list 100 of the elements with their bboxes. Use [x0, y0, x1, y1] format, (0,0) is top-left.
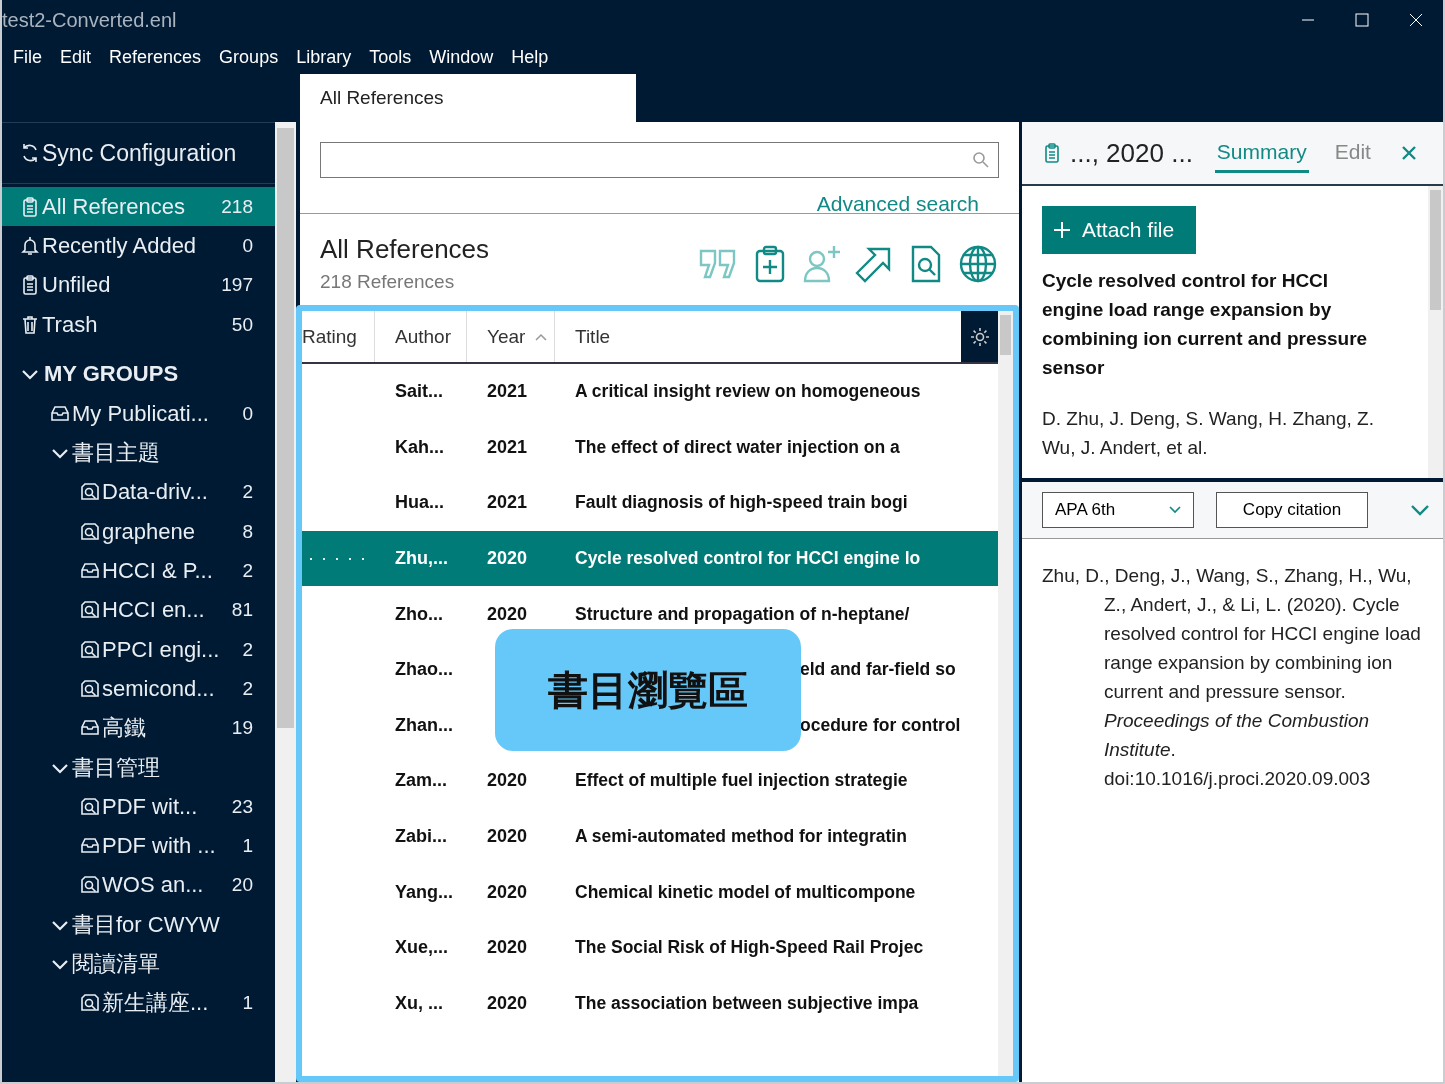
table-row[interactable]: Xue,... 2020 The Social Risk of High-Speed Rail Projec	[302, 919, 998, 976]
reference-authors: D. Zhu, J. Deng, S. Wang, H. Zhang, Z. Wu, J. Andert, et al.	[1042, 407, 1375, 460]
magnifier-tray-icon	[80, 638, 100, 661]
table-cell: 2020	[487, 548, 528, 569]
table-cell: 2020	[487, 603, 528, 624]
group-set-item[interactable]: 閱讀清單	[2, 944, 275, 984]
sync-icon	[20, 142, 40, 164]
table-row[interactable]: Hua... 2021 Fault diagnosis of high-speed train bogi	[302, 475, 998, 531]
table-cell: 2020	[487, 992, 528, 1013]
sidebar-item[interactable]: PDF wit... 23	[2, 787, 275, 827]
search-field[interactable]	[320, 142, 999, 178]
magnifier-tray-icon	[80, 677, 100, 700]
sidebar-item[interactable]: Unfiled 197	[2, 265, 275, 305]
menu-item[interactable]: Library	[287, 46, 361, 68]
table-cell: Effect of multiple fuel injection strategie	[575, 770, 908, 792]
table-cell: Chemical kinetic model of multicompone	[575, 881, 916, 903]
list-title: All References	[320, 234, 490, 265]
sidebar-item[interactable]: My Publicati... 0	[2, 394, 275, 434]
menu-item[interactable]: File	[4, 46, 51, 68]
table-cell: eld and far-field so	[800, 659, 956, 681]
reference-heading: ..., 2020 ...	[1070, 137, 1193, 169]
settings-icon[interactable]	[968, 325, 991, 348]
sidebar-item[interactable]: PDF with ... 1	[2, 826, 275, 866]
sidebar-item[interactable]: Trash 50	[2, 304, 275, 345]
my-groups-header[interactable]: MY GROUPS	[2, 354, 275, 395]
copy-citation-button[interactable]: Copy citation	[1216, 492, 1368, 528]
table-row[interactable]: Zam... 2020 Effect of multiple fuel injection strategie	[302, 753, 998, 809]
sidebar-item[interactable]: Data-driv... 2	[2, 472, 275, 513]
sidebar-item[interactable]: Recently Added 0	[2, 226, 275, 266]
table-row[interactable]: Zabi... 2020 A semi-automated method for integratin	[302, 808, 998, 865]
group-set-item[interactable]: 書目for CWYW	[2, 905, 275, 945]
table-cell: Zabi...	[395, 826, 447, 847]
sidebar-item[interactable]: WOS an... 20	[2, 865, 275, 906]
table-cell: The association between subjective impa	[575, 992, 919, 1014]
menu-item[interactable]: Tools	[360, 46, 421, 68]
panel-scrollbar[interactable]	[1428, 186, 1443, 478]
table-row[interactable]: Kah... 2021 The effect of direct water injection on a	[302, 419, 998, 476]
table-cell: 2021	[487, 381, 528, 402]
sidebar-item[interactable]: HCCI en... 81	[2, 590, 275, 630]
menu-item[interactable]: Edit	[51, 46, 101, 68]
table-cell: 2021	[487, 436, 528, 457]
table-cell: Zhu,...	[395, 548, 448, 569]
menu-item[interactable]: Window	[420, 46, 503, 68]
sidebar-item[interactable]: semicond... 2	[2, 669, 275, 709]
sidebar-item[interactable]: graphene 8	[2, 512, 275, 552]
table-row[interactable]: Xu, ... 2020 The association between subjective impa	[302, 975, 998, 1032]
column-header[interactable]: Author	[375, 311, 467, 362]
table-row[interactable]: · · · · · Zhu,... 2020 Cycle resolved control for HCCI engine lo	[302, 530, 998, 587]
panel-tab[interactable]: Summary	[1214, 133, 1309, 173]
table-row[interactable]: Yang... 2020 Chemical kinetic model of multicompone	[302, 864, 998, 920]
table-cell: Yang...	[395, 881, 454, 902]
bell-icon	[20, 234, 40, 257]
clipboard-icon	[1042, 142, 1062, 164]
column-header[interactable]: Year	[467, 311, 555, 362]
rating-dots[interactable]: · · · · ·	[308, 548, 367, 570]
table-cell: Fault diagnosis of high-speed train bogi	[575, 492, 908, 514]
sidebar-item[interactable]: 新生講座... 1	[2, 983, 275, 1023]
attach-file-button[interactable]: Attach file	[1042, 206, 1197, 254]
menu-item[interactable]: Help	[502, 46, 558, 68]
table-cell: 2020	[487, 770, 528, 791]
table-cell: Zho...	[395, 603, 443, 624]
trash-icon	[20, 313, 40, 336]
group-set-item[interactable]: 書目管理	[2, 747, 275, 788]
caret-icon	[1169, 506, 1181, 514]
table-cell: Structure and propagation of n-heptane/	[575, 603, 910, 625]
table-cell: A critical insight review on homogeneous	[575, 381, 921, 403]
table-cell: A semi-automated method for integratin	[575, 826, 907, 848]
column-header[interactable]: Title	[555, 311, 961, 362]
style-dropdown[interactable]: APA 6th	[1042, 492, 1194, 528]
menu-item[interactable]: Groups	[210, 46, 288, 68]
table-row[interactable]: Sait... 2021 A critical insight review on homogeneous	[302, 364, 998, 420]
table-cell: Zhan...	[395, 714, 453, 735]
column-header[interactable]: Rating	[302, 311, 375, 362]
callout-label: 書目瀏覽區	[495, 629, 801, 751]
clipboard-icon	[20, 274, 40, 297]
table-cell: The effect of direct water injection on a	[575, 436, 900, 458]
sidebar-item[interactable]: HCCI & P... 2	[2, 551, 275, 591]
sidebar-item[interactable]: PPCI engi... 2	[2, 629, 275, 670]
magnifier-tray-icon	[80, 795, 100, 818]
group-set-item[interactable]: 書目主題	[2, 433, 275, 473]
menu-item[interactable]: References	[100, 46, 211, 68]
close-icon	[1409, 13, 1423, 27]
table-cell: Cycle resolved control for HCCI engine lo	[575, 548, 921, 570]
table-scrollbar[interactable]	[998, 311, 1013, 1076]
search-icon	[972, 151, 990, 169]
sidebar-scrollbar[interactable]	[275, 122, 296, 1082]
table-cell: Xue,...	[395, 937, 448, 958]
table-cell: Hua...	[395, 492, 444, 513]
magnifier-tray-icon	[80, 520, 100, 543]
table-cell: Xu, ...	[395, 992, 443, 1013]
sidebar-item[interactable]: All References 218	[2, 187, 275, 227]
table-cell: The Social Risk of High-Speed Rail Projec	[575, 937, 924, 959]
sidebar-item[interactable]: 高鐵 19	[2, 708, 275, 748]
table-cell: 2020	[487, 937, 528, 958]
reference-count: 218 References	[320, 271, 455, 293]
advanced-search-link[interactable]: Advanced search	[816, 192, 979, 216]
sync-configuration[interactable]: Sync Configuration	[2, 122, 275, 184]
maximize-icon	[1355, 13, 1369, 27]
library-tab[interactable]: All References	[300, 74, 636, 122]
table-cell: 2020	[487, 826, 528, 847]
